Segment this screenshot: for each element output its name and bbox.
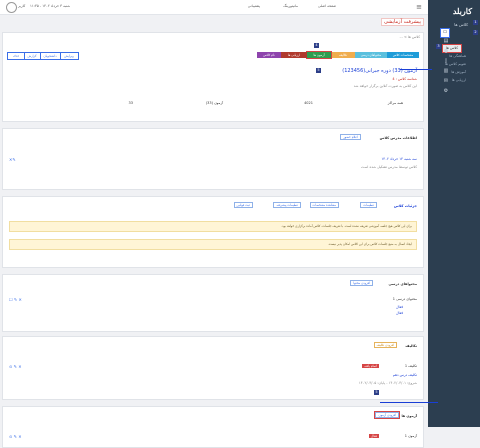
homework-status: اتمام یافته: [362, 364, 379, 368]
sidebar-section-label: کلاس ها: [454, 22, 468, 27]
nav-item-home[interactable]: صفحه اصلی: [318, 4, 336, 8]
edit-button[interactable]: ویرایش: [59, 52, 79, 60]
tab-evaluations[interactable]: ارزیابی ها: [281, 52, 307, 58]
callout-badge: 4: [314, 43, 319, 48]
session-item[interactable]: سه شنبه ۱۴ خرداد ۱۴۰۲: [381, 157, 417, 161]
date-display: شنبه ۳ خرداد ۱۴۰۲ - ۱۱:۳۵: [30, 4, 71, 8]
exam-status: فعال: [369, 434, 379, 438]
stat-name: آزمون (33): [205, 101, 223, 105]
tab-rules[interactable]: ثبت قوانین: [233, 202, 253, 208]
delete-button[interactable]: حذف: [7, 52, 25, 60]
book-icon[interactable]: ▤: [442, 38, 450, 46]
section-title: اطلاعات مدرس کلاس: [379, 136, 417, 140]
tab-class-name[interactable]: نام کلاس: [257, 52, 281, 58]
stat-id: 4021: [304, 101, 313, 105]
stat-type: همه مراکز: [387, 101, 403, 105]
callout-badge: 5: [316, 68, 321, 73]
sidebar-item-sub3[interactable]: آموزش ها: [451, 70, 466, 74]
callout-badge: 1: [473, 20, 478, 25]
section-title: جزئیات کلاس: [393, 204, 417, 208]
content-section: محتواهای درسی افزودن محتوا محتوای درسی 1…: [2, 274, 424, 332]
tab-setting[interactable]: تنظیمات: [360, 202, 377, 208]
notice-message: ایجاد اتصال به منبع جلسات کلاس برای این …: [9, 239, 417, 250]
app-logo: کاربلد: [452, 6, 472, 16]
teacher-section: اطلاعات مدرس کلاس اعلام حضور سه شنبه ۱۴ …: [2, 128, 424, 190]
callout-arrow: [400, 69, 432, 70]
tab-content[interactable]: محتواهای درسی: [355, 52, 387, 58]
section-title: تکالیف: [405, 344, 417, 348]
class-description: این کلاس به صورت آنلاین برگزار خواهد شد: [353, 84, 417, 88]
nav-item-support[interactable]: پشتیبانی: [248, 4, 260, 8]
homework-item[interactable]: تکلیف 1: [405, 364, 417, 368]
file-icon[interactable]: ▯: [442, 58, 450, 66]
nav-item-monitoring[interactable]: مانیتورینگ: [283, 4, 298, 8]
content-meta: فعال: [396, 305, 403, 309]
tab-view[interactable]: مشاهده مشخصات: [309, 202, 339, 208]
tab-exams[interactable]: آزمون ها: [306, 51, 332, 59]
homework-dates: شروع: ۱۴۰۲/۰۳/۰۱ - پایان: ۱۴۰۲/۰۳/۰۵: [358, 381, 417, 385]
section-title: محتواهای درسی: [388, 282, 417, 286]
students-button[interactable]: دانشجویان: [39, 52, 61, 60]
add-button[interactable]: اعلام حضور: [340, 134, 361, 140]
stat-capacity: 33: [128, 101, 133, 105]
section-title: آزمون ها: [401, 414, 417, 418]
users-icon[interactable]: ●: [442, 48, 450, 56]
exam-item[interactable]: آزمون 1: [405, 434, 417, 438]
row-actions-icon[interactable]: ✕ ✎ ⊙: [9, 364, 22, 369]
report-button[interactable]: گزارش: [23, 52, 41, 60]
notice-message: برای این کلاس هیچ جلسه آموزشی تعریف نشده…: [9, 221, 417, 232]
tab-homework[interactable]: تکالیف: [331, 52, 355, 58]
class-panel: کلاس ها > ... مشخصات کلاس محتواهای درسی …: [2, 32, 424, 122]
callout-arrow: [380, 402, 438, 403]
add-exam-button[interactable]: افزودن آزمون: [374, 411, 400, 419]
hamburger-menu-icon[interactable]: ≡: [416, 3, 422, 11]
row-actions-icon[interactable]: ✕ ✎ ⊙: [9, 434, 22, 439]
tab-class-info[interactable]: مشخصات کلاس: [387, 52, 419, 58]
homework-subtitle: تکلیف درس دهم: [392, 373, 417, 377]
exams-section: آزمون ها افزودن آزمون آزمون 1 فعال ✕ ✎ ⊙: [2, 406, 424, 448]
content-meta: فعال: [396, 311, 403, 315]
homework-section: تکالیف افزودن تکلیف تکلیف 1 اتمام یافته …: [2, 336, 424, 400]
page-title: پیشرفت آزمایشی: [380, 18, 424, 26]
tab-advanced[interactable]: تنظیمات پیشرفته: [273, 202, 301, 208]
details-section: جزئیات کلاس تنظیمات مشاهده مشخصات تنظیما…: [2, 196, 424, 268]
monitor-icon[interactable]: ▭: [440, 28, 450, 38]
add-homework-button[interactable]: افزودن تکلیف: [373, 342, 397, 348]
callout-badge: 3: [436, 44, 441, 49]
top-bar: ≡ صفحه اصلی مانیتورینگ پشتیبانی شنبه ۳ خ…: [0, 0, 428, 15]
content-item[interactable]: محتوای درسی 1: [393, 297, 417, 301]
row-actions-icon[interactable]: ✕ ✎ ☐: [9, 297, 22, 302]
sidebar: کاربلد کلاس ها کلاس ها هماهنگی ها تقویم …: [428, 0, 480, 427]
username: کاربر: [18, 4, 26, 8]
session-note: کلاس توسط مدرس تشکیل شده است: [361, 165, 417, 169]
settings-icon[interactable]: ⚙: [442, 88, 450, 96]
sidebar-item-sub4[interactable]: ارزیابی ها: [452, 78, 466, 82]
class-code-label: شناسه کلاس : 4: [392, 77, 417, 81]
add-content-button[interactable]: افزودن محتوا: [350, 280, 373, 286]
edit-icon[interactable]: ✎✕: [9, 157, 16, 162]
user-avatar-icon[interactable]: [6, 2, 17, 13]
breadcrumb[interactable]: کلاس ها > ...: [399, 35, 420, 39]
callout-badge: 5: [374, 390, 379, 395]
sidebar-item-sub1[interactable]: هماهنگی ها: [449, 54, 466, 58]
chart-icon[interactable]: ▥: [442, 68, 450, 76]
mail-icon[interactable]: ✉: [442, 78, 450, 86]
callout-badge: 2: [473, 30, 478, 35]
